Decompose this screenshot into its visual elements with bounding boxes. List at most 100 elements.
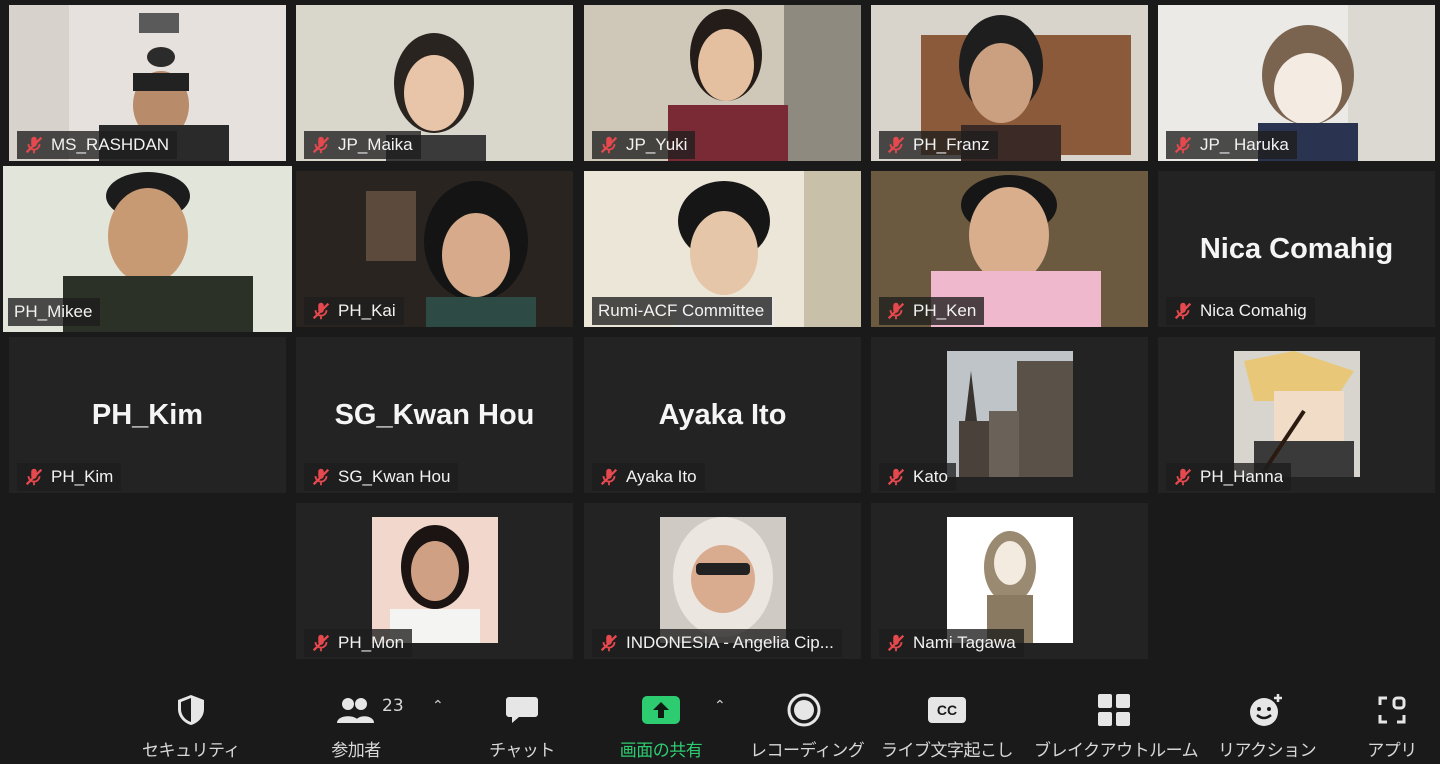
participant-name: PH_Mikee [14, 302, 93, 321]
record-label: レコーディング [750, 741, 865, 761]
profile-picture [660, 517, 786, 643]
participant-display-name: PH_Kim [91, 399, 204, 431]
video-grid: MS_RASHDAN JP_Maika JP_Yuki PH_Franz JP_… [0, 0, 1440, 680]
participant-tile[interactable]: Nami Tagawa [871, 503, 1148, 659]
participant-name: Nica Comahig [1200, 301, 1307, 320]
chat-button[interactable]: チャット [484, 688, 560, 761]
participant-name: Nami Tagawa [913, 633, 1016, 652]
share-screen-button[interactable]: 画面の共有 [608, 688, 714, 761]
participant-name: PH_Kim [51, 467, 114, 486]
breakout-rooms-icon [1098, 694, 1130, 726]
participants-label: 参加者 [331, 741, 381, 761]
muted-mic-icon [25, 468, 43, 486]
reactions-button[interactable]: リアクション [1218, 688, 1317, 761]
participant-tile[interactable]: Kato [871, 337, 1148, 493]
shield-icon [178, 695, 204, 725]
participant-name: INDONESIA - Angelia Cip... [626, 633, 834, 652]
live-transcript-button[interactable]: CC ライブ文字起こし [878, 688, 1016, 761]
participant-tile[interactable]: MS_RASHDAN [9, 5, 286, 161]
participant-name-bar: PH_Mikee [8, 298, 101, 326]
muted-mic-icon [312, 468, 330, 486]
participant-name: Kato [913, 467, 948, 486]
participant-tile[interactable]: INDONESIA - Angelia Cip... [584, 503, 861, 659]
participant-tile[interactable]: PH_Hanna [1158, 337, 1435, 493]
participant-name-bar: PH_Mon [304, 629, 413, 657]
reactions-label: リアクション [1218, 741, 1317, 761]
profile-picture [947, 351, 1073, 477]
muted-mic-icon [312, 136, 330, 154]
record-icon [787, 693, 821, 727]
muted-mic-icon [25, 136, 43, 154]
muted-mic-icon [887, 302, 905, 320]
participant-name-bar: PH_Franz [879, 131, 998, 159]
share-screen-label: 画面の共有 [619, 741, 703, 761]
participant-name: MS_RASHDAN [51, 135, 170, 154]
muted-mic-icon [1174, 468, 1192, 486]
participant-tile[interactable]: PH_Franz [871, 5, 1148, 161]
participant-name-bar: SG_Kwan Hou [304, 463, 459, 491]
participant-tile[interactable]: PH_Ken [871, 171, 1148, 327]
participant-name: JP_ Haruka [1200, 135, 1289, 154]
participant-name-bar: Kato [879, 463, 956, 491]
participant-name-bar: PH_Ken [879, 297, 985, 325]
participant-display-name: SG_Kwan Hou [334, 399, 535, 431]
participant-name-bar: INDONESIA - Angelia Cip... [592, 629, 842, 657]
participant-name: Rumi-ACF Committee [598, 301, 765, 320]
muted-mic-icon [1174, 136, 1192, 154]
participant-name: PH_Hanna [1200, 467, 1284, 486]
participant-tile[interactable]: PH_Mon [296, 503, 573, 659]
chat-label: チャット [489, 741, 555, 761]
muted-mic-icon [887, 468, 905, 486]
participant-name-bar: JP_Maika [304, 131, 421, 159]
muted-mic-icon [600, 634, 618, 652]
participant-tile[interactable]: Ayaka Ito Ayaka Ito [584, 337, 861, 493]
share-options-chevron-up-icon[interactable]: ⌃ [714, 698, 726, 714]
participant-display-name: Ayaka Ito [658, 399, 787, 431]
participant-name-bar: PH_Kim [17, 463, 122, 491]
meeting-toolbar: セキュリティ 参加者 23 ⌃ チャット 画面の共有 ⌃ レコーディング CC … [0, 680, 1440, 764]
breakout-rooms-label: ブレイクアウトルーム [1034, 741, 1199, 761]
security-label: セキュリティ [142, 741, 240, 761]
participant-tile[interactable]: JP_Maika [296, 5, 573, 161]
participant-name: PH_Ken [913, 301, 977, 320]
participants-options-chevron-up-icon[interactable]: ⌃ [432, 698, 444, 714]
profile-picture [947, 517, 1073, 643]
profile-picture [1234, 351, 1360, 477]
closed-captions-icon: CC [928, 697, 966, 723]
participant-name: Ayaka Ito [626, 467, 697, 486]
security-button[interactable]: セキュリティ [140, 688, 242, 761]
participant-tile[interactable]: Nica Comahig Nica Comahig [1158, 171, 1435, 327]
apps-label: アプリ [1367, 741, 1417, 761]
muted-mic-icon [887, 634, 905, 652]
participant-display-name: Nica Comahig [1199, 233, 1394, 265]
share-screen-icon [642, 696, 680, 724]
participant-name-bar: Ayaka Ito [592, 463, 705, 491]
apps-button[interactable]: アプリ [1362, 688, 1422, 761]
participant-name-bar: JP_Yuki [592, 131, 696, 159]
participant-name-bar: Nami Tagawa [879, 629, 1024, 657]
reaction-smiley-icon [1250, 694, 1282, 726]
participant-name-bar: Rumi-ACF Committee [592, 297, 773, 325]
record-button[interactable]: レコーディング [750, 688, 865, 761]
chat-icon [506, 697, 538, 723]
muted-mic-icon [1174, 302, 1192, 320]
breakout-rooms-button[interactable]: ブレイクアウトルーム [1034, 688, 1199, 761]
participant-tile[interactable]: PH_Kai [296, 171, 573, 327]
participant-name: SG_Kwan Hou [338, 467, 451, 486]
participant-tile-active-speaker[interactable]: PH_Mikee [3, 166, 292, 332]
muted-mic-icon [312, 302, 330, 320]
participant-tile[interactable]: JP_Yuki [584, 5, 861, 161]
profile-picture [372, 517, 498, 643]
muted-mic-icon [600, 136, 618, 154]
participant-tile[interactable]: PH_Kim PH_Kim [9, 337, 286, 493]
participants-icon [337, 698, 374, 723]
participant-tile[interactable]: Rumi-ACF Committee [584, 171, 861, 327]
participants-count: 23 [382, 696, 404, 716]
participant-name-bar: PH_Hanna [1166, 463, 1292, 491]
participant-name: JP_Yuki [626, 135, 688, 154]
live-transcript-label: ライブ文字起こし [881, 741, 1014, 761]
muted-mic-icon [887, 136, 905, 154]
participant-tile[interactable]: SG_Kwan Hou SG_Kwan Hou [296, 337, 573, 493]
participant-name: JP_Maika [338, 135, 413, 154]
participant-tile[interactable]: JP_ Haruka [1158, 5, 1435, 161]
